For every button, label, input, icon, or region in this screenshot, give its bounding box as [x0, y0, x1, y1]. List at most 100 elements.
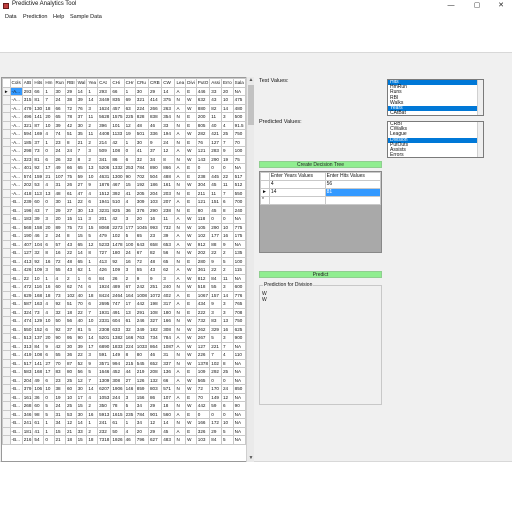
- table-cell[interactable]: 1931: [97, 307, 112, 317]
- table-cell[interactable]: 6: [220, 401, 234, 411]
- table-cell[interactable]: 59: [75, 171, 88, 181]
- table-cell[interactable]: 517: [21, 358, 34, 368]
- table-cell[interactable]: 313: [21, 341, 34, 351]
- table-cell[interactable]: 327: [147, 316, 163, 326]
- table-cell[interactable]: 32: [123, 324, 136, 334]
- table-cell[interactable]: 3: [220, 307, 234, 317]
- table-cell[interactable]: 30: [75, 384, 88, 394]
- table-cell[interactable]: 16: [53, 248, 66, 258]
- table-cell[interactable]: 14: [161, 418, 176, 428]
- table-cell[interactable]: 835: [110, 95, 125, 105]
- table-cell[interactable]: -B...: [9, 273, 23, 283]
- table-cell[interactable]: 30: [134, 137, 150, 147]
- table-cell[interactable]: 317: [161, 299, 176, 309]
- table-cell[interactable]: 1: [86, 418, 99, 428]
- table-cell[interactable]: 164: [123, 290, 136, 300]
- row-header[interactable]: [2, 146, 11, 156]
- row-header[interactable]: [2, 401, 11, 411]
- table-row[interactable]: -B... 474 129 10 50 56 40 10 2331 604 61 246 327 166 N…: [2, 316, 253, 326]
- table-cell[interactable]: 3: [43, 265, 55, 275]
- table-cell[interactable]: 17: [43, 163, 55, 173]
- table-cell[interactable]: 545: [134, 358, 150, 368]
- table-cell[interactable]: 7: [209, 350, 222, 360]
- table-cell[interactable]: 9: [147, 137, 163, 147]
- table-cell[interactable]: 2: [220, 265, 234, 275]
- table-cell[interactable]: 1: [43, 86, 55, 96]
- table-cell[interactable]: 309: [134, 197, 150, 207]
- table-cell[interactable]: 33: [209, 86, 222, 96]
- table-cell[interactable]: A: [174, 426, 187, 436]
- table-cell[interactable]: 510: [110, 197, 125, 207]
- table-cell[interactable]: 1512: [97, 188, 112, 198]
- row-header[interactable]: [2, 171, 11, 181]
- table-cell[interactable]: 20: [53, 214, 66, 224]
- table-cell[interactable]: 127: [209, 137, 222, 147]
- table-cell[interactable]: 20: [134, 214, 150, 224]
- table-cell[interactable]: 445: [209, 171, 222, 181]
- table-cell[interactable]: 604: [110, 316, 125, 326]
- table-cell[interactable]: 14: [86, 95, 99, 105]
- table-cell[interactable]: 55: [209, 282, 222, 292]
- table-cell[interactable]: 812: [195, 273, 211, 283]
- table-cell[interactable]: 17: [86, 341, 99, 351]
- table-cell[interactable]: 72: [64, 103, 77, 113]
- table-row[interactable]: -B... 587 163 4 92 51 70 6 2695 747 17 442 198 317 A E 4…: [2, 299, 253, 309]
- table-cell[interactable]: 3: [209, 307, 222, 317]
- table-row[interactable]: -B... 204 49 6 23 25 12 7 1309 308 27 126 132 66 A W 565…: [2, 375, 253, 385]
- table-cell[interactable]: 25: [64, 375, 77, 385]
- table-cell[interactable]: 46: [147, 350, 163, 360]
- column-header[interactable]: Hits: [32, 78, 45, 88]
- table-cell[interactable]: 204: [21, 375, 34, 385]
- table-cell[interactable]: 90: [53, 333, 66, 343]
- table-cell[interactable]: 349: [134, 324, 150, 334]
- table-cell[interactable]: 37: [147, 146, 163, 156]
- table-cell[interactable]: 180: [161, 307, 176, 317]
- input-row[interactable]: 4 56: [260, 180, 381, 189]
- row-header[interactable]: [2, 290, 11, 300]
- table-cell[interactable]: 36: [32, 392, 45, 402]
- table-cell[interactable]: 56: [75, 367, 88, 377]
- table-cell[interactable]: 202: [21, 180, 34, 190]
- table-cell[interactable]: 192: [134, 180, 150, 190]
- table-cell[interactable]: 149: [110, 350, 125, 360]
- column-header[interactable]: Wal: [75, 78, 88, 88]
- table-cell[interactable]: -B...: [9, 401, 23, 411]
- table-cell[interactable]: 39: [161, 231, 176, 241]
- table-cell[interactable]: 43: [209, 95, 222, 105]
- table-cell[interactable]: 11: [161, 214, 176, 224]
- table-cell[interactable]: -B...: [9, 239, 23, 249]
- table-cell[interactable]: 4: [43, 129, 55, 139]
- table-cell[interactable]: 101: [110, 120, 125, 130]
- table-cell[interactable]: 11: [220, 180, 234, 190]
- table-row[interactable]: -A... 479 130 18 66 72 76 3 1624 457 63 224 266 263 A W…: [2, 103, 253, 113]
- table-cell[interactable]: 864: [147, 341, 163, 351]
- table-cell[interactable]: -B...: [9, 197, 23, 207]
- table-cell[interactable]: 1378: [195, 358, 211, 368]
- table-cell[interactable]: 3: [123, 392, 136, 402]
- table-cell[interactable]: 483: [161, 435, 176, 445]
- table-cell[interactable]: 2273: [110, 222, 125, 232]
- table-cell[interactable]: NA: [232, 273, 246, 283]
- table-cell[interactable]: 12: [220, 392, 234, 402]
- column-header[interactable]: RBI: [64, 78, 77, 88]
- table-cell[interactable]: 25: [64, 401, 77, 411]
- table-cell[interactable]: N: [174, 282, 187, 292]
- table-cell[interactable]: 480: [232, 103, 246, 113]
- table-cell[interactable]: A: [174, 367, 187, 377]
- table-cell[interactable]: 27: [75, 180, 88, 190]
- table-cell[interactable]: 396: [97, 120, 112, 130]
- table-cell[interactable]: 238: [161, 205, 176, 215]
- table-cell[interactable]: -B...: [9, 358, 23, 368]
- table-cell[interactable]: 434: [195, 299, 211, 309]
- table-cell[interactable]: E: [185, 205, 197, 215]
- table-row[interactable]: -B... 517 141 27 70 87 52 9 3571 994 215 545 652 337 N…: [2, 358, 253, 368]
- table-cell[interactable]: 775: [232, 222, 246, 232]
- table-cell[interactable]: 203: [161, 188, 176, 198]
- table-cell[interactable]: 15: [75, 401, 88, 411]
- table-cell[interactable]: -B...: [9, 418, 23, 428]
- table-cell[interactable]: 1: [43, 137, 55, 147]
- table-cell[interactable]: 591: [97, 350, 112, 360]
- table-cell[interactable]: 168: [32, 290, 45, 300]
- table-cell[interactable]: 18: [161, 401, 176, 411]
- table-cell[interactable]: 84: [32, 341, 45, 351]
